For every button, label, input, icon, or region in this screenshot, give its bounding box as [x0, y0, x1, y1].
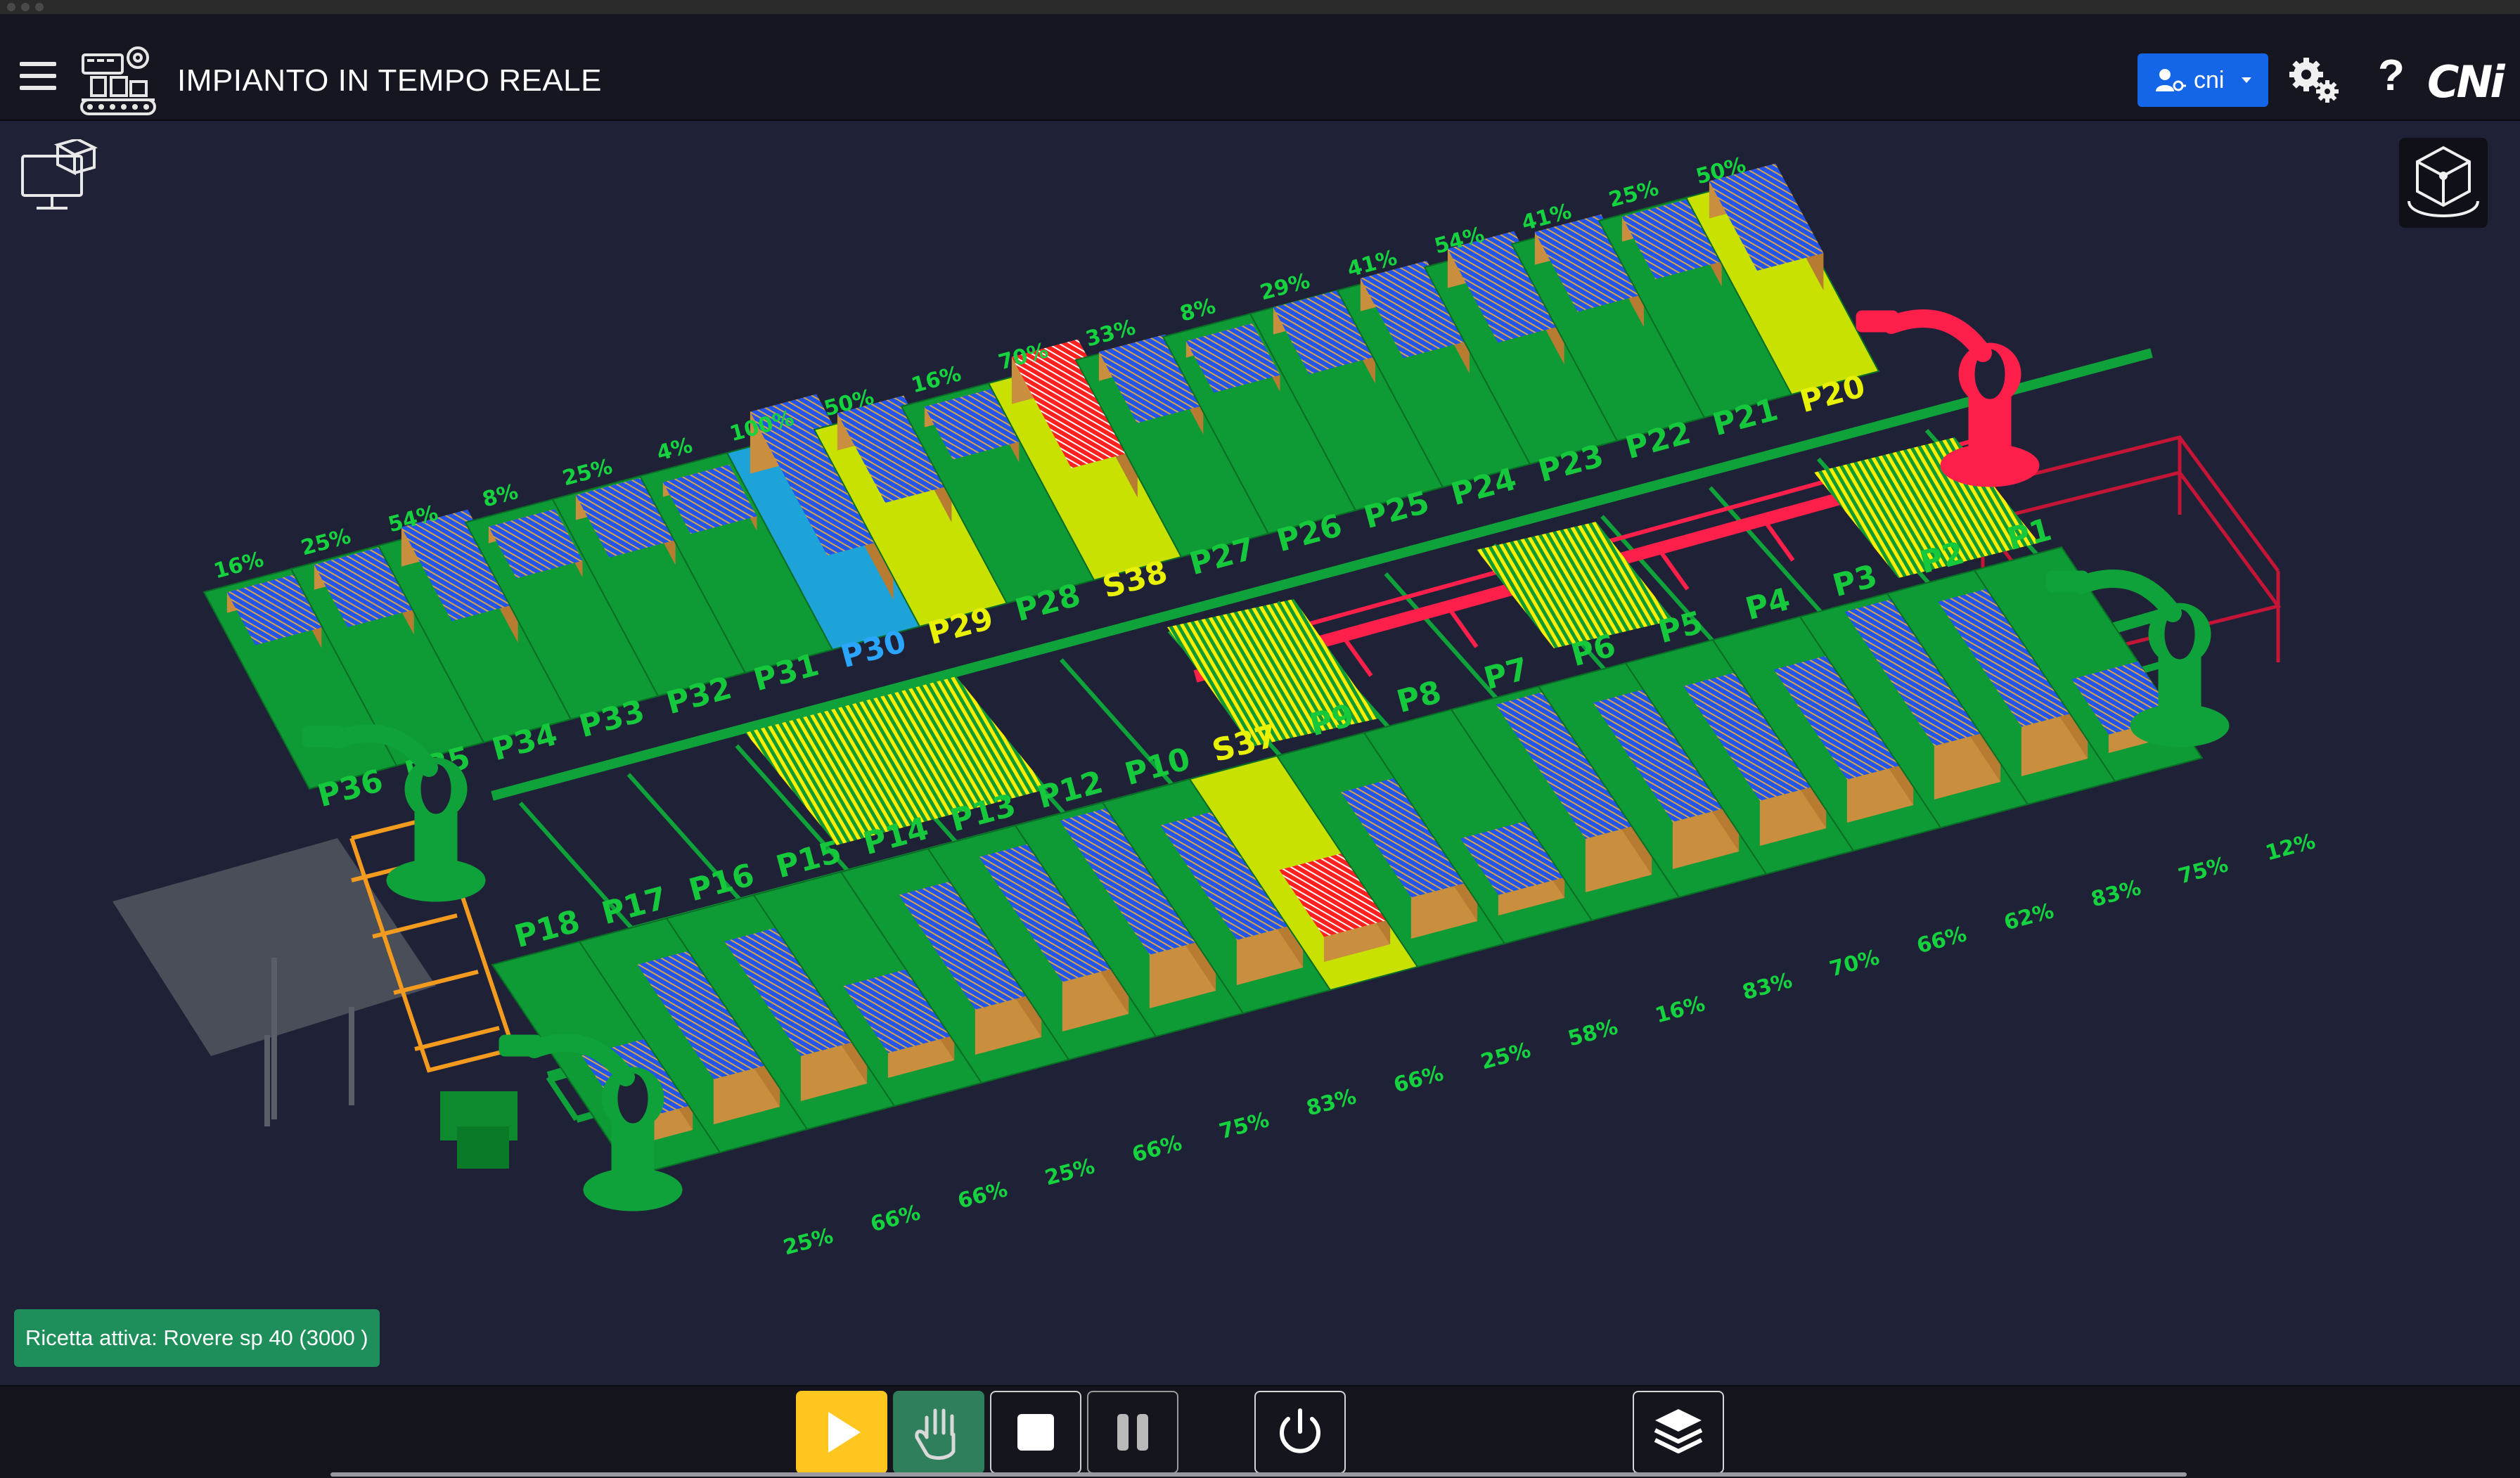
bay-percent: 16%: [1652, 991, 1707, 1028]
pause-button[interactable]: [1087, 1391, 1178, 1474]
plant-3d-canvas[interactable]: 16%P3625%P3554%P348%P3325%P324%P31100%P3…: [0, 121, 2520, 1387]
plant-3d-view[interactable]: 16%P3625%P3554%P348%P3325%P324%P31100%P3…: [0, 121, 2520, 1387]
bay-percent: 8%: [1177, 294, 1218, 327]
3d-cube-view-icon: [2408, 146, 2479, 217]
bay-percent: 75%: [2175, 852, 2230, 889]
page-title: IMPIANTO IN TEMPO REALE: [177, 63, 602, 98]
bay-percent: 25%: [1478, 1038, 1533, 1074]
user-name: cni: [2194, 67, 2225, 94]
pause-icon: [1117, 1414, 1148, 1451]
bay-percent: 66%: [1914, 922, 1969, 958]
play-icon: [828, 1412, 861, 1453]
hamburger-icon[interactable]: [20, 62, 56, 90]
bay-percent: 66%: [955, 1177, 1010, 1214]
chevron-down-icon: [2242, 77, 2251, 83]
power-icon: [1280, 1408, 1320, 1453]
bay-percent: 62%: [2001, 899, 2056, 935]
hand-icon: [915, 1408, 956, 1460]
brand-logo: CNi: [2427, 56, 2505, 108]
user-key-icon: [2156, 69, 2186, 91]
bay-percent: 70%: [1827, 945, 1882, 982]
bay-percent: 58%: [1565, 1015, 1620, 1051]
power-button[interactable]: [1254, 1391, 1346, 1474]
bay-percent: 83%: [1304, 1084, 1358, 1121]
window-minimize-dot[interactable]: [21, 3, 30, 11]
factory-plant-icon: [80, 46, 156, 115]
window-titlebar: [0, 0, 2520, 14]
window-close-dot[interactable]: [7, 3, 15, 11]
3d-cube-view-button[interactable]: [2399, 138, 2488, 228]
bay-percent: 75%: [1216, 1107, 1271, 1144]
active-recipe-badge: Ricetta attiva: Rovere sp 40 (3000 ): [14, 1309, 380, 1367]
bay-percent: 12%: [2263, 829, 2318, 866]
stop-icon: [1017, 1414, 1054, 1451]
bay-percent: 83%: [2088, 875, 2143, 912]
play-button[interactable]: [796, 1391, 887, 1474]
bay-percent: 66%: [1391, 1061, 1446, 1098]
gears-icon[interactable]: [2285, 55, 2341, 104]
horizontal-scrollbar[interactable]: [330, 1472, 2187, 1477]
bay-percent: 25%: [780, 1223, 835, 1260]
bay-percent: 83%: [1740, 968, 1794, 1005]
bay-percent: 8%: [480, 480, 520, 513]
user-menu-button[interactable]: cni: [2138, 53, 2268, 107]
3d-workstation-icon[interactable]: [18, 139, 98, 217]
top-navbar: IMPIANTO IN TEMPO REALE cni ? CNi: [0, 14, 2520, 121]
layers-icon: [1654, 1409, 1703, 1453]
bay-percent: 66%: [1129, 1131, 1184, 1167]
layers-button[interactable]: [1633, 1391, 1724, 1474]
help-icon[interactable]: ?: [2378, 51, 2405, 101]
bay-percent: 4%: [654, 433, 695, 466]
board-bundle: [1477, 522, 1673, 648]
stop-button[interactable]: [990, 1391, 1081, 1474]
manual-mode-button[interactable]: [893, 1391, 984, 1474]
window-maximize-dot[interactable]: [35, 3, 44, 11]
bay-percent: 66%: [868, 1200, 922, 1237]
bay-percent: 25%: [1042, 1154, 1097, 1190]
